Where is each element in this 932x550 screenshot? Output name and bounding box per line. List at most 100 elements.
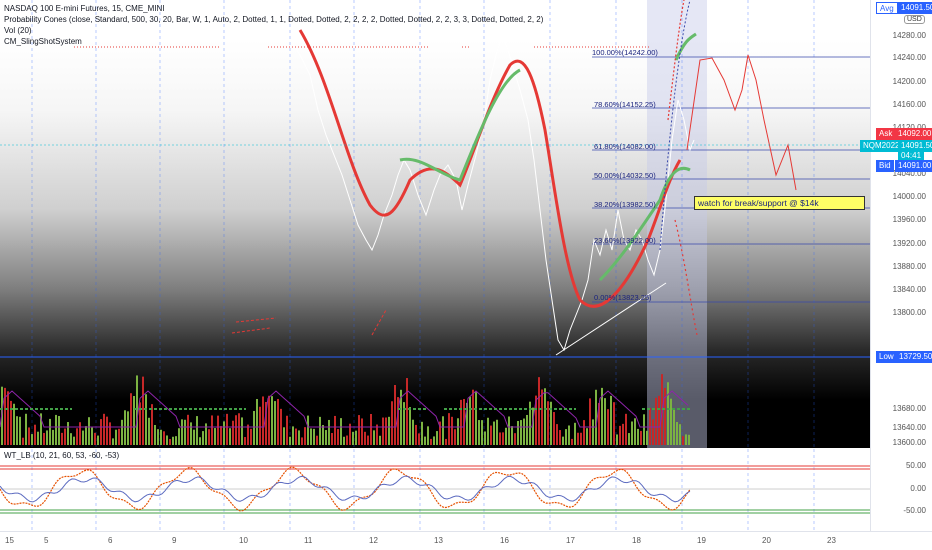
volume-bar [481, 420, 483, 445]
fib-label-0: 0.00%(13823.25) [594, 293, 652, 302]
time-scale[interactable]: 15 5 6 9 10 11 12 13 16 17 18 19 20 23 [0, 531, 932, 550]
volume-bar [415, 424, 417, 445]
red-dash [235, 317, 277, 323]
volume-bar [13, 403, 15, 445]
volume-bar [46, 430, 48, 445]
volume-bar [574, 422, 576, 445]
price-scale[interactable]: 14280.00 14240.00 14200.00 14160.00 1412… [870, 0, 932, 531]
volume-bar [76, 428, 78, 445]
low-value: 13729.50 [896, 351, 932, 363]
volume-bar [460, 399, 462, 445]
currency-button[interactable]: USD [904, 15, 925, 24]
volume-bar [526, 414, 528, 445]
volume-tick: 13640.00 [892, 423, 926, 432]
volume-bar [250, 428, 252, 445]
fib-label-382: 38.20%(13982.50) [594, 200, 656, 209]
volume-bar [127, 411, 129, 445]
volume-bar [64, 428, 66, 445]
volume-bar [190, 422, 192, 445]
volume-bar [616, 434, 618, 445]
time-label: 23 [827, 536, 836, 545]
volume-bar [607, 409, 609, 445]
volume-bar [502, 432, 504, 445]
volume-bar [352, 431, 354, 445]
volume-bar [658, 395, 660, 445]
volume-bar [166, 435, 168, 445]
volume-bar [670, 398, 672, 445]
volume-bar [187, 414, 189, 445]
volume-bar [193, 429, 195, 445]
volume-bar [169, 438, 171, 445]
time-label: 16 [500, 536, 509, 545]
volume-bar [49, 418, 51, 445]
red-dash [371, 309, 387, 336]
price-chart-canvas[interactable] [0, 0, 870, 448]
volume-bar [25, 413, 27, 445]
indicator-volume[interactable]: Vol (20) [4, 25, 543, 36]
volume-bar [412, 419, 414, 445]
symbol-title[interactable]: NASDAQ 100 E-mini Futures, 15, CME_MINI [4, 3, 543, 14]
volume-bar [277, 398, 279, 445]
volume-bar [580, 432, 582, 445]
indicator-probability-cones[interactable]: Probability Cones (close, Standard, 500,… [4, 14, 543, 25]
volume-bar [514, 433, 516, 445]
volume-bar [508, 416, 510, 445]
volume-bar [115, 429, 117, 445]
volume-bar [571, 438, 573, 445]
volume-bar [679, 424, 681, 445]
volume-bar [340, 418, 342, 445]
volume-bar [628, 433, 630, 445]
volume-bar [55, 414, 57, 445]
price-tick: 13840.00 [892, 285, 926, 294]
volume-bar [16, 416, 18, 445]
volume-bar [148, 417, 150, 445]
volume-bar [94, 432, 96, 445]
volume-bar [19, 416, 21, 445]
volume-bar [442, 416, 444, 445]
avg-value: 14091.50 [898, 2, 932, 14]
volume-bar [406, 378, 408, 445]
volume-bar [589, 398, 591, 445]
volume-bar [124, 410, 126, 445]
volume-bar [565, 429, 567, 445]
volume-bar [310, 428, 312, 445]
volume-bar [130, 393, 132, 445]
volume-bar [619, 425, 621, 445]
volume-bar [499, 432, 501, 445]
ask-value: 14092.00 [895, 128, 932, 140]
volume-bar [457, 418, 459, 445]
volume-bar [472, 389, 474, 445]
volume-bar [286, 415, 288, 445]
volume-bar [505, 427, 507, 445]
oscillator-pane[interactable]: WT_LB (10, 21, 60, 53, -60, -53) [0, 449, 870, 531]
volume-bar [154, 425, 156, 445]
time-label: 5 [44, 536, 49, 545]
time-label: 17 [566, 536, 575, 545]
fib-label-786: 78.60%(14152.25) [594, 100, 656, 109]
volume-bar [418, 433, 420, 445]
volume-bar [562, 436, 564, 445]
volume-bar [556, 424, 558, 445]
oscillator-canvas[interactable] [0, 449, 870, 531]
volume-bar [625, 413, 627, 445]
volume-bar [643, 414, 645, 445]
volume-bar [184, 419, 186, 445]
text-note[interactable]: watch for break/support @ $14k [694, 196, 865, 210]
volume-bar [622, 423, 624, 445]
indicator-slingshot[interactable]: CM_SlingShotSystem [4, 36, 543, 47]
volume-bar [382, 417, 384, 445]
volume-bar [235, 415, 237, 445]
price-chart-pane[interactable]: NASDAQ 100 E-mini Futures, 15, CME_MINI … [0, 0, 870, 448]
oscillator-legend[interactable]: WT_LB (10, 21, 60, 53, -60, -53) [4, 451, 119, 460]
volume-bar [361, 418, 363, 445]
volume-tick: 13600.00 [892, 438, 926, 447]
volume-bar [247, 424, 249, 445]
time-label: 18 [632, 536, 641, 545]
volume-bar [322, 425, 324, 445]
volume-bar [79, 422, 81, 445]
volume-bar [91, 427, 93, 445]
volume-bar [367, 435, 369, 445]
volume-bar [523, 418, 525, 445]
volume-bar [478, 420, 480, 445]
volume-bar [346, 435, 348, 445]
